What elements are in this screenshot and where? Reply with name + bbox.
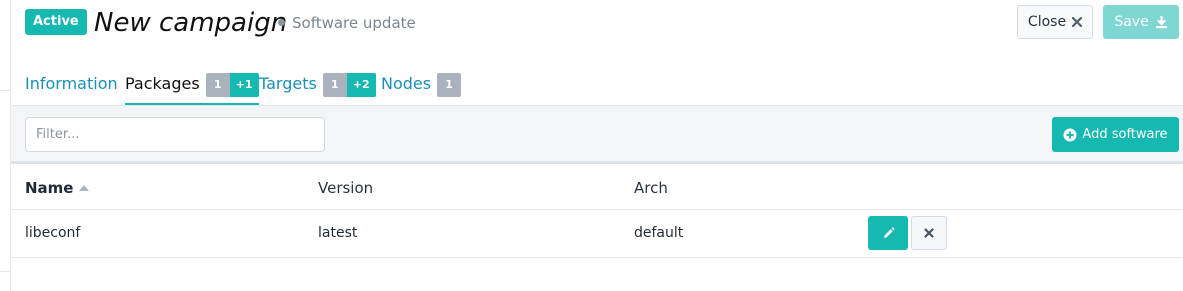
save-button[interactable]: Save <box>1103 5 1179 39</box>
tab-label: Packages <box>125 74 200 93</box>
column-header-arch[interactable]: Arch <box>634 179 668 197</box>
tab-label: Nodes <box>381 74 432 93</box>
close-button[interactable]: Close <box>1017 5 1093 39</box>
table-row: libeconf latest default <box>11 210 1183 258</box>
column-header-name[interactable]: Name <box>25 179 90 197</box>
left-sidebar-edge <box>0 0 11 291</box>
count-added: +2 <box>346 73 376 97</box>
sidebar-divider <box>0 271 11 272</box>
download-icon <box>1155 15 1167 28</box>
x-icon <box>924 228 934 238</box>
table-header: Name Version Arch <box>11 167 1183 210</box>
count-current: 1 <box>322 73 347 97</box>
column-label: Name <box>25 179 74 197</box>
cell-arch: default <box>634 225 684 241</box>
edit-button[interactable] <box>868 216 908 250</box>
page-title: New campaign <box>94 8 288 38</box>
packages-table: Name Version Arch libeconf latest defaul… <box>11 167 1183 258</box>
save-button-label: Save <box>1114 14 1149 30</box>
remove-button[interactable] <box>911 216 947 250</box>
plus-circle-icon <box>1063 128 1077 141</box>
tab-count-badge: 1 +1 <box>205 73 259 97</box>
status-dot <box>278 19 285 26</box>
column-header-version[interactable]: Version <box>318 179 373 197</box>
page-header: Active New campaign Software update <box>25 6 1183 42</box>
add-software-button[interactable]: Add software <box>1052 117 1179 152</box>
campaign-type: Software update <box>292 14 416 32</box>
pencil-icon <box>883 226 895 238</box>
count-current: 1 <box>437 73 462 97</box>
add-software-label: Add software <box>1082 127 1168 142</box>
close-button-label: Close <box>1027 14 1067 30</box>
count-added: +1 <box>229 73 259 97</box>
tab-packages[interactable]: Packages 1 +1 <box>125 71 259 105</box>
tab-count-badge: 1 <box>437 73 462 97</box>
tab-count-badge: 1 +2 <box>322 73 376 97</box>
sort-ascending-icon <box>79 185 90 191</box>
tab-label: Targets <box>259 74 317 93</box>
column-label: Arch <box>634 179 668 197</box>
filter-input[interactable] <box>25 117 325 152</box>
tab-nodes[interactable]: Nodes 1 <box>381 71 462 105</box>
close-icon <box>1072 17 1083 27</box>
cell-name: libeconf <box>25 225 81 241</box>
sidebar-divider <box>0 90 11 91</box>
tab-information[interactable]: Information <box>25 71 118 105</box>
count-current: 1 <box>205 73 230 97</box>
tab-label: Information <box>25 74 118 93</box>
status-badge: Active <box>25 9 87 35</box>
cell-version: latest <box>318 225 358 241</box>
tab-targets[interactable]: Targets 1 +2 <box>259 71 376 105</box>
column-label: Version <box>318 179 374 197</box>
packages-toolbar: Add software <box>11 105 1183 164</box>
